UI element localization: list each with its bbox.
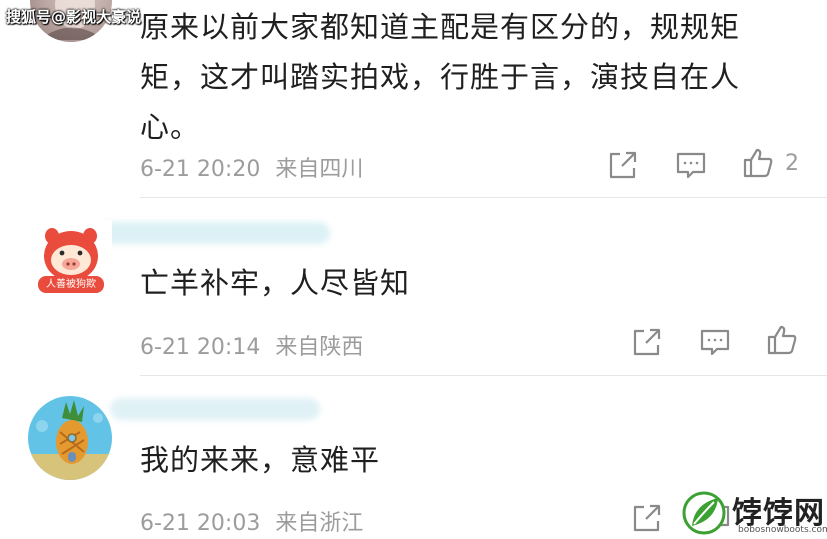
comment-time: 6-21 20:14: [140, 335, 261, 360]
like-button-1[interactable]: [741, 146, 775, 180]
avatar-badge-text: 人善被狗欺: [46, 279, 96, 290]
comment-location: 来自陕西: [275, 335, 364, 360]
comment-text-1: 原来以前大家都知道主配是有区分的，规规矩矩，这才叫踏实拍戏，行胜于言，演技自在人…: [140, 10, 741, 144]
reply-button-1[interactable]: [674, 148, 708, 182]
commenter-avatar-3[interactable]: [28, 396, 112, 480]
share-icon: [633, 328, 661, 356]
share-icon: [609, 151, 637, 179]
comment-divider: [140, 375, 827, 376]
share-button-2[interactable]: [630, 325, 664, 359]
comment-meta-1: 6-21 20:20 来自四川: [140, 151, 363, 183]
source-watermark: 搜狐号@影视大豪说: [6, 8, 142, 26]
comment-icon: [676, 152, 706, 179]
thumbs-up-icon: [743, 148, 773, 178]
share-button-1[interactable]: [606, 148, 640, 182]
thumbs-up-icon: [767, 325, 797, 355]
pineapple-house-avatar-icon: [28, 400, 112, 480]
comment-time: 6-21 20:03: [140, 511, 261, 536]
commenter-avatar-2[interactable]: 人善被狗欺: [30, 220, 112, 302]
comment-meta-2: 6-21 20:14 来自陕西: [140, 329, 363, 361]
comment-location: 来自浙江: [275, 511, 364, 536]
comment-meta-3: 6-21 20:03 来自浙江: [140, 505, 363, 537]
leaf-logo-icon: [682, 491, 726, 535]
brand-watermark: 饽饽网 bobosnowboots.com: [676, 488, 827, 539]
share-icon: [633, 504, 661, 532]
brand-url: bobosnowboots.com: [738, 525, 827, 535]
like-count-1: 2: [785, 151, 799, 176]
commenter-name-2: [100, 222, 330, 244]
comment-time: 6-21 20:20: [140, 157, 261, 182]
comment-text-2: 亡羊补牢，人尽皆知: [140, 266, 411, 300]
reply-button-2[interactable]: [698, 325, 732, 359]
comment-text-3: 我的来来，意难平: [140, 443, 381, 477]
like-button-2[interactable]: [765, 323, 799, 357]
comment-icon: [700, 329, 730, 356]
share-button-3[interactable]: [630, 501, 664, 535]
comment-location: 来自四川: [275, 157, 364, 182]
comment-divider: [140, 197, 827, 198]
commenter-name-3: [110, 398, 320, 420]
